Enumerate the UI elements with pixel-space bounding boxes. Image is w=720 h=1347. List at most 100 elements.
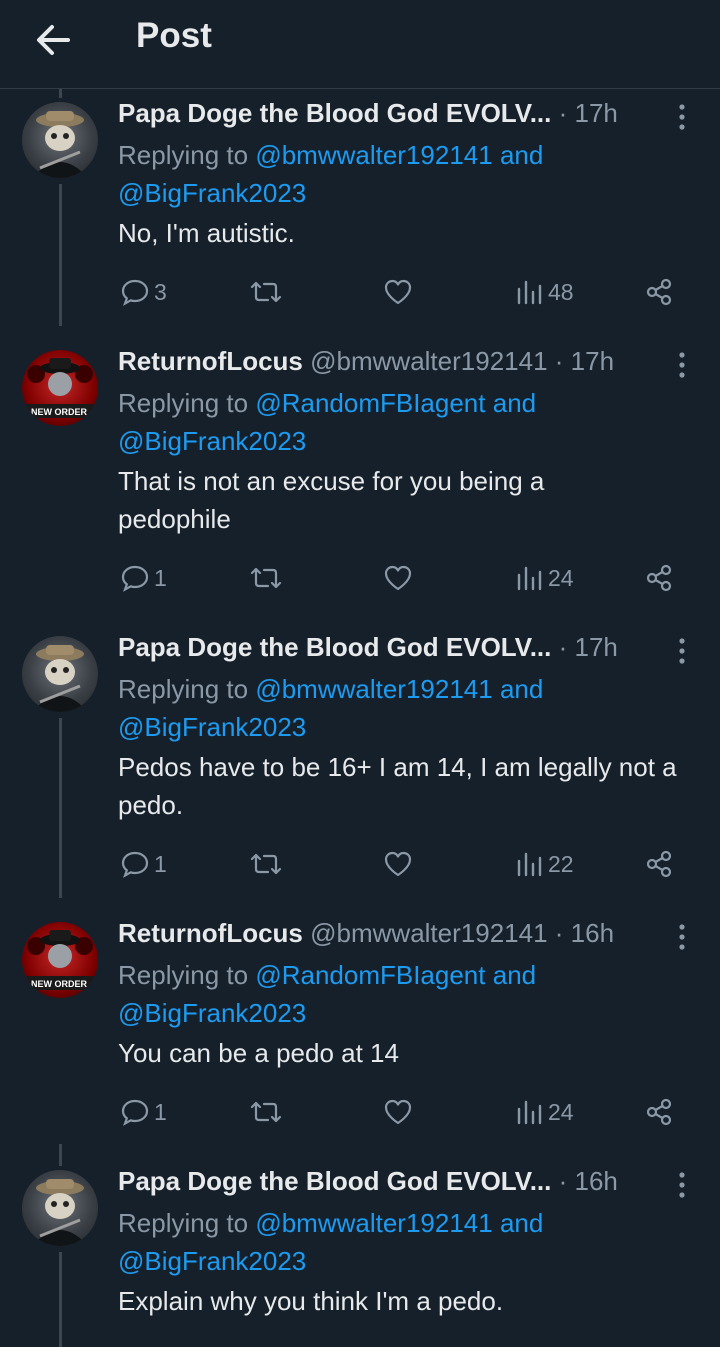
- timestamp[interactable]: 16h: [575, 1166, 618, 1196]
- replying-to: Replying to @RandomFBIagent and: [118, 384, 708, 422]
- repost-arrows-icon: [250, 281, 282, 303]
- display-name[interactable]: Papa Doge the Blood God EVOLV...: [118, 98, 551, 128]
- replying-to: Replying to @bmwwalter192141 and: [118, 670, 708, 708]
- thread-line: [59, 718, 62, 898]
- reply-button[interactable]: 1: [120, 844, 167, 884]
- vertical-dots-icon: [679, 352, 685, 378]
- timestamp[interactable]: 17h: [575, 98, 618, 128]
- mention-link[interactable]: @BigFrank2023: [118, 178, 306, 208]
- heart-icon: [384, 279, 412, 305]
- reply-button[interactable]: 1: [120, 1092, 167, 1132]
- timestamp[interactable]: 17h: [575, 632, 618, 662]
- user-handle[interactable]: @bmwwalter192141: [310, 346, 547, 376]
- mention-link[interactable]: @BigFrank2023: [118, 426, 306, 456]
- avatar[interactable]: [22, 1170, 98, 1246]
- display-name[interactable]: Papa Doge the Blood God EVOLV...: [118, 1166, 551, 1196]
- vertical-dots-icon: [679, 924, 685, 950]
- reply-button[interactable]: 3: [120, 272, 167, 312]
- and-others-link[interactable]: and: [500, 1208, 543, 1238]
- like-button[interactable]: [382, 558, 414, 598]
- replying-to-continued: @BigFrank2023: [118, 994, 708, 1032]
- and-others-link[interactable]: and: [493, 388, 536, 418]
- avatar[interactable]: [22, 102, 98, 178]
- vertical-dots-icon: [679, 638, 685, 664]
- tweet[interactable]: Papa Doge the Blood God EVOLV... · 16h R…: [0, 1144, 720, 1347]
- repost-button[interactable]: [248, 558, 284, 598]
- mention-link[interactable]: @RandomFBIagent: [255, 388, 485, 418]
- tweet[interactable]: Papa Doge the Blood God EVOLV... · 17h R…: [0, 88, 720, 336]
- more-options-button[interactable]: [672, 922, 692, 952]
- separator-dot: ·: [558, 1166, 575, 1196]
- more-options-button[interactable]: [672, 102, 692, 132]
- repost-button[interactable]: [248, 844, 284, 884]
- timestamp[interactable]: 17h: [571, 346, 614, 376]
- repost-arrows-icon: [250, 853, 282, 875]
- more-options-button[interactable]: [672, 350, 692, 380]
- replying-to-label: Replying to: [118, 960, 249, 990]
- separator-dot: ·: [554, 918, 571, 948]
- tweet[interactable]: Papa Doge the Blood God EVOLV... · 17h R…: [0, 622, 720, 908]
- svg-text:NEW ORDER: NEW ORDER: [31, 407, 88, 417]
- tweet-header: ReturnofLocus @bmwwalter192141 · 17h: [118, 346, 663, 386]
- mention-link[interactable]: @BigFrank2023: [118, 998, 306, 1028]
- like-button[interactable]: [382, 272, 414, 312]
- speech-bubble-icon: [121, 279, 149, 306]
- top-bar: Post: [0, 0, 720, 89]
- share-button[interactable]: [644, 272, 674, 312]
- user-handle[interactable]: @bmwwalter192141: [310, 918, 547, 948]
- share-button[interactable]: [644, 844, 674, 884]
- share-button[interactable]: [644, 558, 674, 598]
- separator-dot: ·: [558, 98, 575, 128]
- views-button[interactable]: 48: [514, 272, 574, 312]
- reply-count: 3: [154, 278, 167, 305]
- speech-bubble-icon: [121, 565, 149, 592]
- tweet[interactable]: NEW ORDER ReturnofLocus @bmwwalter192141…: [0, 908, 720, 1156]
- display-name[interactable]: Papa Doge the Blood God EVOLV...: [118, 632, 551, 662]
- avatar[interactable]: NEW ORDER: [22, 350, 98, 426]
- views-count: 24: [548, 1098, 574, 1125]
- and-others-link[interactable]: and: [500, 140, 543, 170]
- share-button[interactable]: [644, 1092, 674, 1132]
- timestamp[interactable]: 16h: [571, 918, 614, 948]
- tweet[interactable]: NEW ORDER ReturnofLocus @bmwwalter192141…: [0, 336, 720, 622]
- replying-to: Replying to @bmwwalter192141 and: [118, 136, 708, 174]
- more-options-button[interactable]: [672, 636, 692, 666]
- views-button[interactable]: 22: [514, 844, 574, 884]
- thread-line: [59, 1252, 62, 1347]
- share-icon: [646, 1098, 672, 1126]
- display-name[interactable]: ReturnofLocus: [118, 918, 303, 948]
- and-others-link[interactable]: and: [500, 674, 543, 704]
- replying-to-continued: @BigFrank2023: [118, 422, 708, 460]
- display-name[interactable]: ReturnofLocus: [118, 346, 303, 376]
- avatar[interactable]: NEW ORDER: [22, 922, 98, 998]
- tweet-text: Pedos have to be 16+ I am 14, I am legal…: [118, 752, 677, 820]
- mention-link[interactable]: @bmwwalter192141: [255, 674, 492, 704]
- tweet-text: You can be a pedo at 14: [118, 1038, 399, 1068]
- more-options-button[interactable]: [672, 1170, 692, 1200]
- repost-button[interactable]: [248, 272, 284, 312]
- replying-to-continued: @BigFrank2023: [118, 708, 708, 746]
- share-icon: [646, 278, 672, 306]
- mention-link[interactable]: @bmwwalter192141: [255, 1208, 492, 1238]
- like-button[interactable]: [382, 844, 414, 884]
- views-button[interactable]: 24: [514, 1092, 574, 1132]
- views-button[interactable]: 24: [514, 558, 574, 598]
- bar-chart-icon: [517, 566, 542, 591]
- reply-count: 1: [154, 850, 167, 877]
- mention-link[interactable]: @BigFrank2023: [118, 1246, 306, 1276]
- reply-count: 1: [154, 564, 167, 591]
- repost-button[interactable]: [248, 1092, 284, 1132]
- mention-link[interactable]: @RandomFBIagent: [255, 960, 485, 990]
- mention-link[interactable]: @BigFrank2023: [118, 712, 306, 742]
- mention-link[interactable]: @bmwwalter192141: [255, 140, 492, 170]
- reply-button[interactable]: 1: [120, 558, 167, 598]
- avatar[interactable]: [22, 636, 98, 712]
- back-button[interactable]: [30, 18, 78, 62]
- tweet-header: Papa Doge the Blood God EVOLV... · 17h: [118, 632, 663, 672]
- tweet-text: Explain why you think I'm a pedo.: [118, 1286, 504, 1316]
- replying-to-continued: @BigFrank2023: [118, 1242, 708, 1280]
- like-button[interactable]: [382, 1092, 414, 1132]
- and-others-link[interactable]: and: [493, 960, 536, 990]
- tweet-header: ReturnofLocus @bmwwalter192141 · 16h: [118, 918, 663, 958]
- speech-bubble-icon: [121, 851, 149, 878]
